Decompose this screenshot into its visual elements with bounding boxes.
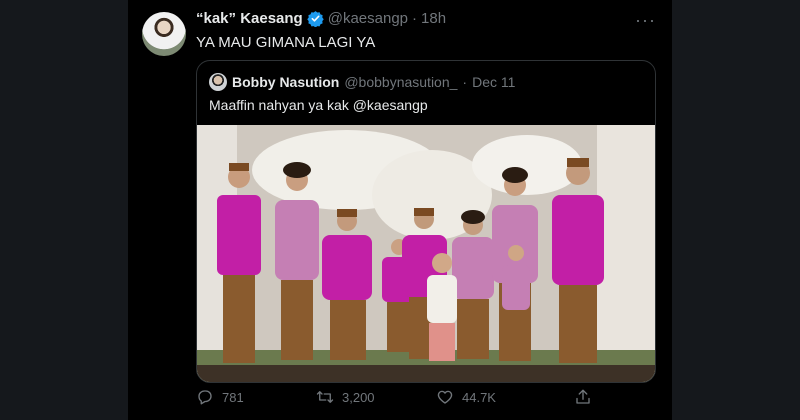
more-options-icon[interactable]: ··· (635, 10, 656, 31)
tweet-text: YA MAU GIMANA LAGI YA (196, 34, 376, 51)
author-handle[interactable]: @kaesangp (328, 10, 408, 27)
quoted-tweet-header: Bobby Nasution @bobbynasution_ · Dec 11 (209, 73, 515, 91)
tweet-timestamp[interactable]: 18h (421, 10, 446, 27)
reply-count: 781 (222, 389, 244, 405)
right-background-panel (672, 0, 800, 420)
like-icon (437, 390, 453, 404)
quoted-tweet-date[interactable]: Dec 11 (472, 74, 515, 90)
quoted-tweet-photo[interactable] (197, 125, 655, 382)
author-display-name[interactable]: “kak” Kaesang (196, 10, 303, 27)
quoted-separator-dot: · (462, 74, 468, 90)
tweet-card[interactable]: “kak” Kaesang @kaesangp · 18h ··· YA MAU… (128, 0, 672, 420)
separator-dot: · (412, 10, 418, 27)
quoted-tweet-text: Maaffin nahyan ya kak @kaesangp (209, 97, 428, 113)
retweet-count: 3,200 (342, 389, 375, 405)
like-button[interactable]: 44.7K (436, 388, 556, 406)
retweet-icon (316, 391, 334, 403)
retweet-button[interactable]: 3,200 (316, 388, 436, 406)
quoted-author-avatar[interactable] (209, 73, 227, 91)
quoted-tweet[interactable]: Bobby Nasution @bobbynasution_ · Dec 11 … (196, 60, 656, 383)
tweet-header: “kak” Kaesang @kaesangp · 18h (196, 10, 446, 27)
verified-badge-icon (307, 11, 324, 27)
family-photo-illustration (197, 125, 655, 382)
left-background-panel (0, 0, 128, 420)
reply-icon (198, 390, 212, 405)
author-avatar[interactable] (142, 12, 186, 56)
tweet-actions-bar: 781 3,200 44.7K (196, 388, 636, 406)
like-count: 44.7K (462, 389, 496, 405)
quoted-author-name[interactable]: Bobby Nasution (232, 74, 339, 90)
share-icon (576, 389, 590, 404)
share-button[interactable] (574, 388, 592, 406)
reply-button[interactable]: 781 (196, 388, 316, 406)
quoted-author-handle[interactable]: @bobbynasution_ (344, 74, 457, 90)
